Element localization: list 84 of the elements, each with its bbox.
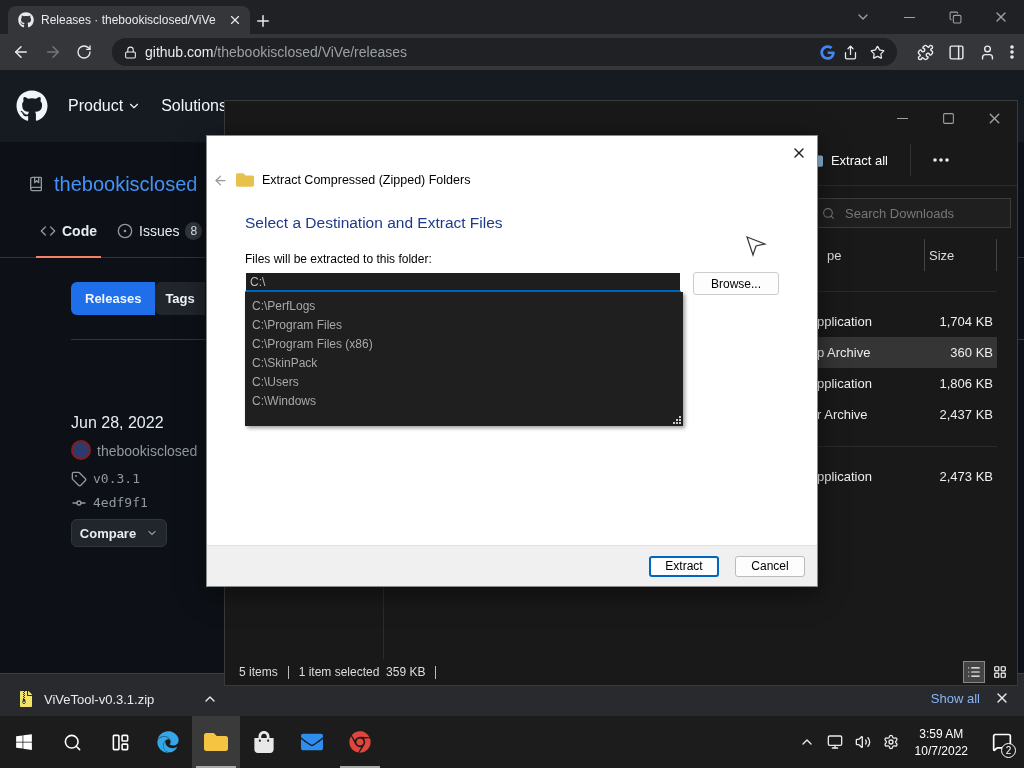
cancel-button[interactable]: Cancel: [735, 555, 805, 577]
dialog-heading: Select a Destination and Extract Files: [245, 214, 504, 232]
grid-icon: [993, 665, 1007, 679]
minimize-icon: [896, 117, 908, 119]
browse-button[interactable]: Browse...: [693, 272, 779, 295]
repo-tab[interactable]: Issues 8: [113, 205, 207, 258]
puzzle-icon: [917, 43, 934, 61]
file-row[interactable]: pplication 1,704 KB: [817, 306, 997, 337]
close-icon: [228, 13, 242, 27]
person-icon: [979, 43, 996, 61]
dialog-title: Extract Compressed (Zipped) Folders: [262, 173, 471, 187]
share-icon: [843, 44, 858, 60]
forward-arrow-icon: [44, 43, 62, 61]
suggestion-item[interactable]: C:\Program Files: [245, 315, 683, 334]
shopping-bag-icon: [253, 731, 275, 753]
clock[interactable]: 3:59 AM 10/7/2022: [906, 726, 976, 758]
issue-count: 8: [185, 221, 203, 240]
destination-field[interactable]: C:\: [245, 272, 681, 292]
field-label: Files will be extracted to this folder:: [245, 252, 433, 266]
google-icon: [820, 44, 835, 60]
settings-icon: [882, 734, 899, 750]
release-tab[interactable]: Tags: [155, 282, 205, 315]
release-date: Jun 28, 2022: [71, 414, 165, 432]
zip-folder-icon: [236, 171, 254, 189]
file-row[interactable]: r Archive 2,437 KB: [817, 399, 997, 430]
repo-owner-link[interactable]: thebookisclosed: [54, 172, 198, 196]
status-text: 1 item selected 359 KB: [298, 665, 437, 679]
star-icon: [870, 44, 885, 60]
plus-icon: [254, 12, 272, 30]
commit-link[interactable]: 4edf9f1: [93, 495, 148, 510]
status-text: 5 items: [239, 665, 289, 679]
compare-button[interactable]: Compare: [71, 519, 167, 547]
nav-menu-item[interactable]: Solutions: [161, 97, 227, 115]
circle-dot-icon: [117, 222, 133, 239]
address-bar[interactable]: github.com/thebookisclosed/ViVe/releases: [112, 38, 897, 66]
minimize-icon: [903, 16, 915, 18]
search-icon: [822, 206, 835, 220]
repo-tab[interactable]: Code: [36, 205, 101, 258]
file-row[interactable]: pplication 1,806 KB: [817, 368, 997, 399]
file-row[interactable]: pplication 2,473 KB: [817, 461, 997, 492]
extract-button[interactable]: Extract: [649, 555, 719, 577]
edge-browser-icon: [157, 731, 179, 753]
suggestion-item[interactable]: C:\PerfLogs: [245, 296, 683, 315]
speaker-icon: [854, 734, 871, 750]
mouse-cursor-icon: [745, 235, 767, 257]
suggestion-item[interactable]: C:\Program Files (x86): [245, 334, 683, 353]
list-icon: [967, 665, 981, 679]
file-row[interactable]: p Archive 360 KB: [817, 337, 997, 368]
restore-icon: [948, 10, 962, 24]
show-all-link[interactable]: Show all: [930, 688, 980, 710]
zip-file-icon: [18, 691, 34, 707]
monitor-icon: [826, 734, 843, 750]
suggestion-item[interactable]: C:\SkinPack: [245, 353, 683, 372]
reload-icon: [76, 44, 92, 60]
tag-icon: [71, 471, 87, 487]
tag-link[interactable]: v0.3.1: [93, 471, 140, 486]
taskbar-app-button[interactable]: [192, 716, 240, 768]
envelope-icon: [301, 731, 323, 753]
release-tab[interactable]: Releases: [71, 282, 156, 315]
ellipsis-icon: [933, 158, 949, 162]
menu-icon: [1010, 45, 1014, 59]
suggestion-item[interactable]: C:\Users: [245, 372, 683, 391]
lock-icon: [124, 45, 137, 59]
column-header[interactable]: Size: [925, 239, 997, 271]
windows-logo-icon: [15, 733, 33, 751]
notifications-button[interactable]: 2: [980, 716, 1024, 768]
suggestion-item[interactable]: C:\Windows: [245, 391, 683, 410]
details-view-button[interactable]: [963, 661, 985, 683]
side-panel-icon: [948, 43, 965, 61]
avatar: [71, 440, 91, 460]
speech-bubble-icon: [992, 732, 1012, 752]
github-logo-icon: [18, 12, 34, 28]
column-header[interactable]: pe: [823, 239, 925, 271]
task-view-icon: [110, 732, 130, 752]
chrome-browser-icon: [349, 731, 371, 753]
github-logo-icon[interactable]: [16, 90, 48, 122]
resize-grip-icon[interactable]: [672, 415, 681, 424]
maximize-icon: [941, 111, 955, 125]
download-file-name[interactable]: ViVeTool-v0.3.1.zip: [44, 691, 192, 707]
author-link[interactable]: thebookisclosed: [97, 440, 198, 463]
nav-menu-item[interactable]: Product: [68, 97, 142, 115]
repository-icon: [28, 176, 44, 192]
browser-tab[interactable]: Releases · thebookisclosed/ViVe: [8, 6, 250, 34]
search-icon: [62, 732, 82, 752]
